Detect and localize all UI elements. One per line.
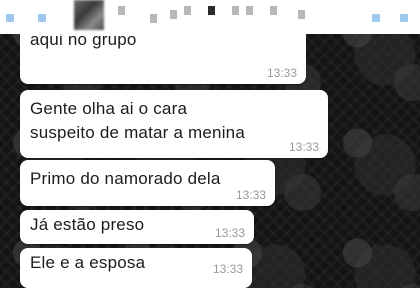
message-bubble[interactable]: Ele e a esposa 13:33 bbox=[20, 248, 252, 288]
pixel-icon bbox=[150, 14, 157, 23]
header-bar bbox=[0, 0, 420, 34]
pixel-icon bbox=[270, 6, 277, 15]
status-indicator-icon bbox=[6, 14, 14, 22]
pixel-icon bbox=[298, 10, 305, 19]
pixel-icon bbox=[232, 6, 239, 15]
message-text: Primo do namorado dela bbox=[30, 169, 221, 188]
message-text: Ele e a esposa bbox=[30, 253, 146, 272]
pixel-icon bbox=[170, 10, 177, 19]
message-bubble[interactable]: Já estão preso 13:33 bbox=[20, 210, 254, 244]
pixel-icon bbox=[208, 6, 215, 15]
message-bubble[interactable]: Gente olha ai o cara suspeito de matar a… bbox=[20, 90, 328, 158]
message-text: Gente olha ai o cara suspeito de matar a… bbox=[30, 99, 245, 142]
message-timestamp: 13:33 bbox=[212, 262, 243, 276]
status-indicator-icon bbox=[38, 14, 46, 22]
chat-area[interactable]: Olha o que tão repassando aqui no grupo … bbox=[0, 0, 420, 288]
pixel-icon bbox=[246, 6, 253, 15]
status-indicator-icon bbox=[400, 14, 408, 22]
message-text: Já estão preso bbox=[30, 215, 145, 234]
message-timestamp: 13:33 bbox=[235, 188, 266, 202]
avatar-icon[interactable] bbox=[74, 0, 104, 30]
message-timestamp: 13:33 bbox=[288, 140, 319, 154]
status-indicator-icon bbox=[372, 14, 380, 22]
message-timestamp: 13:33 bbox=[266, 66, 297, 80]
pixel-icon bbox=[184, 6, 191, 15]
message-timestamp: 13:33 bbox=[214, 226, 245, 240]
message-bubble[interactable]: Primo do namorado dela 13:33 bbox=[20, 160, 275, 206]
pixel-icon bbox=[118, 6, 125, 15]
